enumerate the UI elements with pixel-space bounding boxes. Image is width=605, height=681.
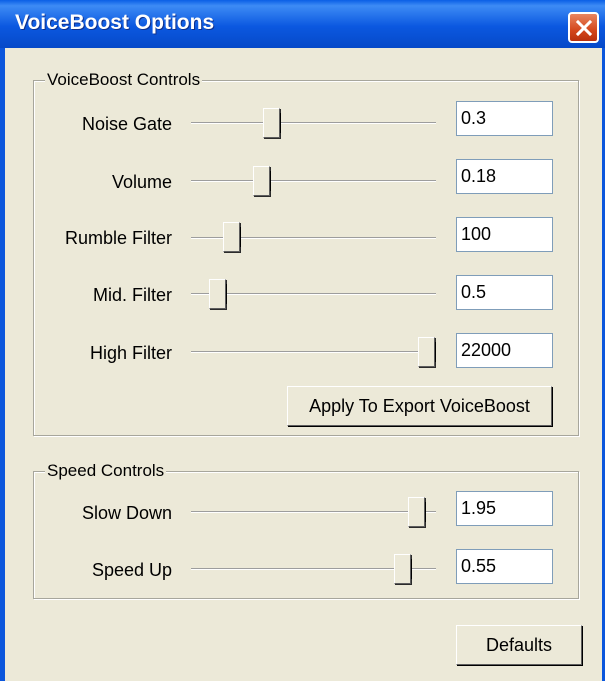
slow-down-slider-tick	[425, 502, 426, 522]
mid-filter-label: Mid. Filter	[92, 285, 172, 305]
high-filter-slider-tick	[435, 342, 436, 362]
speed-up-slider-tick	[411, 559, 412, 579]
noise-gate-label: Noise Gate	[81, 114, 172, 134]
mid-filter-slider-track[interactable]	[191, 293, 436, 295]
rumble-filter-label: Rumble Filter	[64, 228, 172, 248]
apply-to-export-voiceboost-button[interactable]: Apply To Export VoiceBoost	[287, 386, 552, 426]
volume-slider-thumb[interactable]	[253, 166, 270, 196]
speed-controls-label: Speed Controls	[45, 461, 167, 481]
window-title: VoiceBoost Options	[15, 11, 215, 34]
high-filter-field[interactable]	[456, 333, 553, 368]
speed-up-slider-thumb[interactable]	[394, 554, 411, 584]
close-icon	[575, 19, 592, 36]
speed-up-field[interactable]	[456, 549, 553, 584]
high-filter-slider-thumb[interactable]	[418, 337, 435, 367]
speed-up-label: Speed Up	[91, 560, 172, 580]
rumble-filter-slider-tick	[240, 227, 241, 247]
mid-filter-field[interactable]	[456, 275, 553, 310]
slow-down-label: Slow Down	[81, 503, 172, 523]
volume-field[interactable]	[456, 159, 553, 194]
volume-slider-tick	[270, 171, 271, 191]
voiceboost-controls-label: VoiceBoost Controls	[45, 70, 203, 90]
rumble-filter-field[interactable]	[456, 217, 553, 252]
slow-down-field[interactable]	[456, 491, 553, 526]
noise-gate-field[interactable]	[456, 101, 553, 136]
slow-down-slider-track[interactable]	[191, 511, 436, 513]
title-bar[interactable]: VoiceBoost Options	[0, 0, 605, 48]
volume-slider-track[interactable]	[191, 180, 436, 182]
slow-down-slider-thumb[interactable]	[408, 497, 425, 527]
noise-gate-slider-tick	[280, 113, 281, 133]
high-filter-label: High Filter	[89, 343, 172, 363]
close-button[interactable]	[568, 12, 599, 43]
noise-gate-slider-thumb[interactable]	[263, 108, 280, 138]
voiceboost-options-window: VoiceBoost Options VoiceBoost Controls N…	[0, 0, 605, 681]
mid-filter-slider-thumb[interactable]	[209, 279, 226, 309]
defaults-button[interactable]: Defaults	[456, 625, 582, 665]
mid-filter-slider-tick	[226, 284, 227, 304]
high-filter-slider-track[interactable]	[191, 351, 436, 353]
rumble-filter-slider-thumb[interactable]	[223, 222, 240, 252]
noise-gate-slider-track[interactable]	[191, 122, 436, 124]
volume-label: Volume	[111, 172, 172, 192]
window-border-left	[0, 48, 5, 681]
